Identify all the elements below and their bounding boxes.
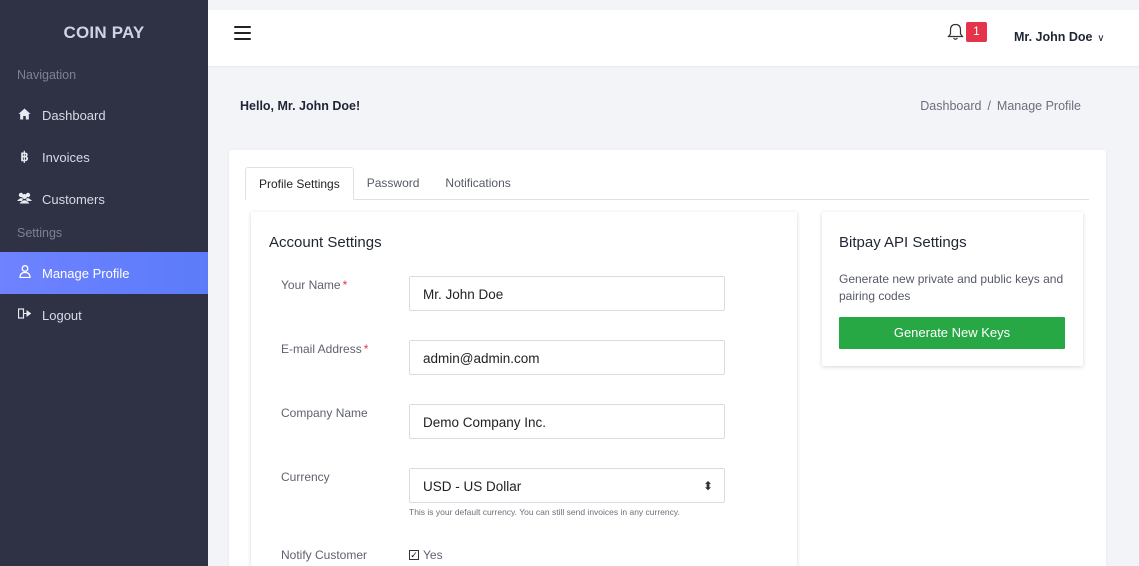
sidebar-item-label: Invoices xyxy=(42,149,90,165)
select-arrows-icon: ⬍ xyxy=(702,479,713,493)
bell-icon[interactable] xyxy=(947,23,965,41)
account-settings-panel: Account Settings Your Name * Mr. John Doe… xyxy=(251,212,797,566)
sidebar-item-label: Logout xyxy=(42,307,82,323)
name-input[interactable]: Mr. John Doe xyxy=(409,276,725,311)
currency-select[interactable]: USD - US Dollar ⬍ xyxy=(409,468,725,503)
brand-logo[interactable]: COIN PAY xyxy=(0,0,208,66)
user-icon xyxy=(17,265,32,281)
bitpay-description: Generate new private and public keys and… xyxy=(839,272,1064,303)
greeting: Hello, Mr. John Doe! xyxy=(240,99,361,113)
sidebar-item-label: Customers xyxy=(42,191,105,207)
breadcrumb-current: Manage Profile xyxy=(996,99,1081,113)
sidebar-item-customers[interactable]: Customers xyxy=(0,178,208,220)
sidebar-item-logout[interactable]: Logout xyxy=(0,294,208,336)
users-icon xyxy=(17,192,32,207)
sidebar-item-invoices[interactable]: ฿ Invoices xyxy=(0,136,208,178)
tab-profile-settings[interactable]: Profile Settings xyxy=(245,167,354,200)
breadcrumb: Dashboard / Manage Profile xyxy=(920,99,1081,113)
notify-customer-checkbox[interactable]: ✓ xyxy=(409,550,419,560)
company-input[interactable]: Demo Company Inc. xyxy=(409,404,725,439)
sidebar-item-label: Dashboard xyxy=(42,107,106,123)
name-label: Your Name * xyxy=(281,278,348,292)
currency-help-text: This is your default currency. You can s… xyxy=(409,507,680,517)
bitcoin-icon: ฿ xyxy=(20,149,29,164)
sidebar: COIN PAY Navigation Dashboard ฿ Invoices… xyxy=(0,0,208,566)
sidebar-item-manage-profile[interactable]: Manage Profile xyxy=(0,252,208,294)
tab-password[interactable]: Password xyxy=(354,167,433,200)
nav-heading-navigation: Navigation xyxy=(17,68,77,82)
chevron-down-icon: ∨ xyxy=(1094,33,1105,44)
logout-icon xyxy=(17,308,32,322)
topbar: 1 Mr. John Doe ∨ xyxy=(208,10,1139,66)
profile-card: Profile Settings Password Notifications … xyxy=(229,150,1106,566)
tab-notifications[interactable]: Notifications xyxy=(432,167,523,200)
currency-selected-value: USD - US Dollar xyxy=(423,479,522,494)
nav-heading-settings: Settings xyxy=(17,226,63,240)
notification-badge[interactable]: 1 xyxy=(966,22,987,42)
email-input[interactable]: admin@admin.com xyxy=(409,340,725,375)
currency-label: Currency xyxy=(281,470,330,484)
bitpay-api-title: Bitpay API Settings xyxy=(839,234,967,251)
sidebar-item-label: Manage Profile xyxy=(42,265,130,281)
notify-customer-label: Notify Customer xyxy=(281,548,368,562)
menu-toggle-icon[interactable] xyxy=(234,26,251,40)
user-menu[interactable]: Mr. John Doe ∨ xyxy=(1014,30,1105,44)
user-name: Mr. John Doe xyxy=(1014,30,1093,44)
bitpay-api-panel: Bitpay API Settings Generate new private… xyxy=(822,212,1083,366)
account-settings-title: Account Settings xyxy=(269,234,382,251)
notify-customer-option: Yes xyxy=(423,548,443,562)
home-icon xyxy=(17,108,32,123)
tab-bar: Profile Settings Password Notifications xyxy=(245,167,1089,200)
breadcrumb-separator: / xyxy=(987,99,991,113)
company-label: Company Name xyxy=(281,406,368,420)
sidebar-item-dashboard[interactable]: Dashboard xyxy=(0,94,208,136)
breadcrumb-dashboard-link[interactable]: Dashboard xyxy=(920,99,981,113)
email-label: E-mail Address * xyxy=(281,342,369,356)
generate-keys-button[interactable]: Generate New Keys xyxy=(839,317,1065,349)
